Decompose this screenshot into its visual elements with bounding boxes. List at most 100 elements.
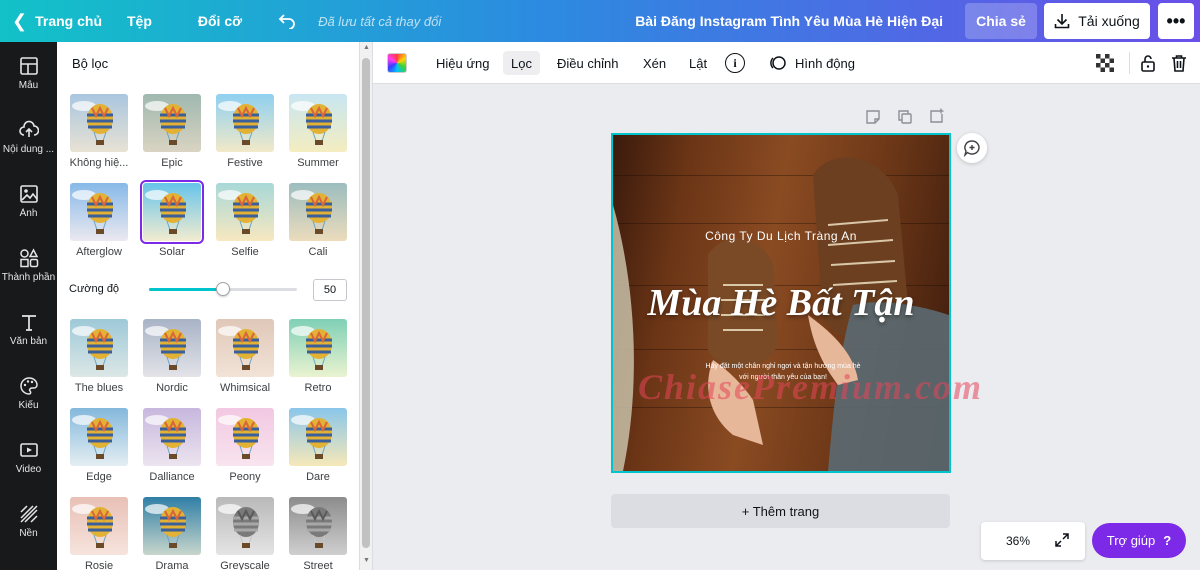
adjust-button[interactable]: Điều chỉnh [549,51,626,75]
add-page-icon[interactable] [929,108,947,126]
page-notes-icon[interactable] [865,109,883,127]
chevron-left-icon: ❮ [12,10,28,31]
design-canvas[interactable]: Công Ty Du Lịch Tràng An Mùa Hè Bất Tận … [611,133,951,473]
filter-thumbnail[interactable] [143,408,201,466]
filter-label: Greyscale [220,560,270,570]
add-page-button[interactable]: + Thêm trang [611,494,950,528]
filter-label: Peony [229,471,261,483]
crop-button[interactable]: Xén [635,51,674,75]
filter-thumbnail[interactable] [216,94,274,152]
text-icon [21,315,36,331]
filter-label: Không hiệ... [69,157,129,169]
rail-label: Kiểu [18,400,39,411]
filter-thumbnail[interactable] [70,319,128,377]
filter-button[interactable]: Lọc [503,51,540,75]
rail-item-video[interactable]: Video [0,440,57,500]
design-title-text[interactable]: Mùa Hè Bất Tận [613,281,949,325]
design-company-text[interactable]: Công Ty Du Lịch Tràng An [613,229,949,243]
rail-item-photos[interactable]: Ảnh [0,184,57,244]
filter-label: Edge [86,471,112,483]
rail-item-background[interactable]: Nền [0,504,57,564]
filter-thumbnail[interactable] [216,183,274,241]
intensity-slider[interactable] [149,282,297,296]
elements-icon [19,248,38,268]
help-button[interactable]: Trợ giúp ? [1092,523,1186,558]
intensity-label: Cường độ [69,283,120,295]
filter-thumbnail[interactable] [70,183,128,241]
rail-item-styles[interactable]: Kiểu [0,376,57,436]
filter-thumbnail[interactable] [143,319,201,377]
rail-label: Văn bản [9,336,48,347]
filter-label: Dalliance [149,471,195,483]
undo-icon[interactable] [278,0,296,42]
animate-button[interactable]: Hình động [769,51,855,75]
download-icon [1054,14,1070,29]
home-button[interactable]: ❮ Trang chủ [0,0,110,42]
filter-thumbnail[interactable] [70,408,128,466]
video-icon [19,443,38,457]
filter-label: Dare [306,471,330,483]
toolbar-divider [1129,52,1130,74]
rail-item-text[interactable]: Văn bản [0,312,57,372]
watermark-text: ChiasePremium.com [638,367,984,407]
expand-icon[interactable] [1054,532,1072,550]
comment-icon [963,140,980,157]
filter-thumbnail[interactable] [143,94,201,152]
intensity-value-input[interactable]: 50 [313,279,347,301]
rail-label: Ảnh [19,208,38,219]
unlock-icon[interactable] [1137,52,1159,74]
panel-title: Bộ lọc [72,56,109,71]
slider-fill [149,288,223,291]
download-button[interactable]: Tải xuống [1044,3,1150,39]
filter-label: Selfie [231,246,259,258]
filter-thumbnail[interactable] [289,319,347,377]
rail-item-elements[interactable]: Thành phần [0,248,57,308]
scroll-thumb[interactable] [362,58,370,548]
filter-thumbnail[interactable] [289,94,347,152]
zoom-level[interactable]: 36% [1006,534,1030,548]
share-button[interactable]: Chia sẻ [965,3,1037,39]
filter-label: Retro [304,382,332,394]
rail-item-uploads[interactable]: Nội dung ... [0,120,57,180]
document-title[interactable]: Bài Đăng Instagram Tình Yêu Mùa Hè Hiện … [635,0,943,42]
more-options-button[interactable]: ••• [1158,3,1194,39]
filter-thumbnail[interactable] [140,180,204,244]
filter-thumbnail[interactable] [289,497,347,555]
filter-label: Cali [308,246,328,258]
duplicate-page-icon[interactable] [897,109,915,127]
trash-icon[interactable] [1168,52,1190,74]
info-icon[interactable]: i [725,53,745,73]
flip-button[interactable]: Lật [681,51,715,75]
rail-label: Thành phần [1,272,56,283]
filter-label: Summer [297,157,339,169]
filter-label: Drama [155,560,189,570]
rail-label: Nền [19,528,38,539]
file-menu[interactable]: Tệp [127,0,152,42]
save-status: Đã lưu tất cả thay đổi [318,13,442,29]
template-icon [19,57,38,75]
color-picker-icon[interactable] [387,53,407,73]
filter-thumbnail[interactable] [289,183,347,241]
filter-thumbnail[interactable] [216,408,274,466]
transparency-icon[interactable] [1094,52,1116,74]
filter-thumbnail[interactable] [70,94,128,152]
filter-label: Epic [161,157,183,169]
add-comment-button[interactable] [957,133,987,163]
filter-thumbnail[interactable] [143,497,201,555]
filter-label: Festive [227,157,263,169]
animate-icon [770,56,786,70]
rail-item-templates[interactable]: Mẫu [0,56,57,116]
filter-thumbnail[interactable] [289,408,347,466]
scroll-down-arrow[interactable]: ▼ [363,557,370,564]
download-label: Tải xuống [1078,13,1140,29]
slider-handle[interactable] [216,282,230,296]
filter-thumbnail[interactable] [216,497,274,555]
filter-thumbnail[interactable] [216,319,274,377]
panel-scrollbar[interactable]: ▲ ▼ [360,42,373,570]
question-icon: ? [1163,533,1172,548]
resize-button[interactable]: Đổi cỡ [198,0,242,42]
zoom-control: 36% [981,522,1085,560]
scroll-up-arrow[interactable]: ▲ [363,44,370,51]
filter-thumbnail[interactable] [70,497,128,555]
effects-button[interactable]: Hiệu ứng [428,51,498,75]
